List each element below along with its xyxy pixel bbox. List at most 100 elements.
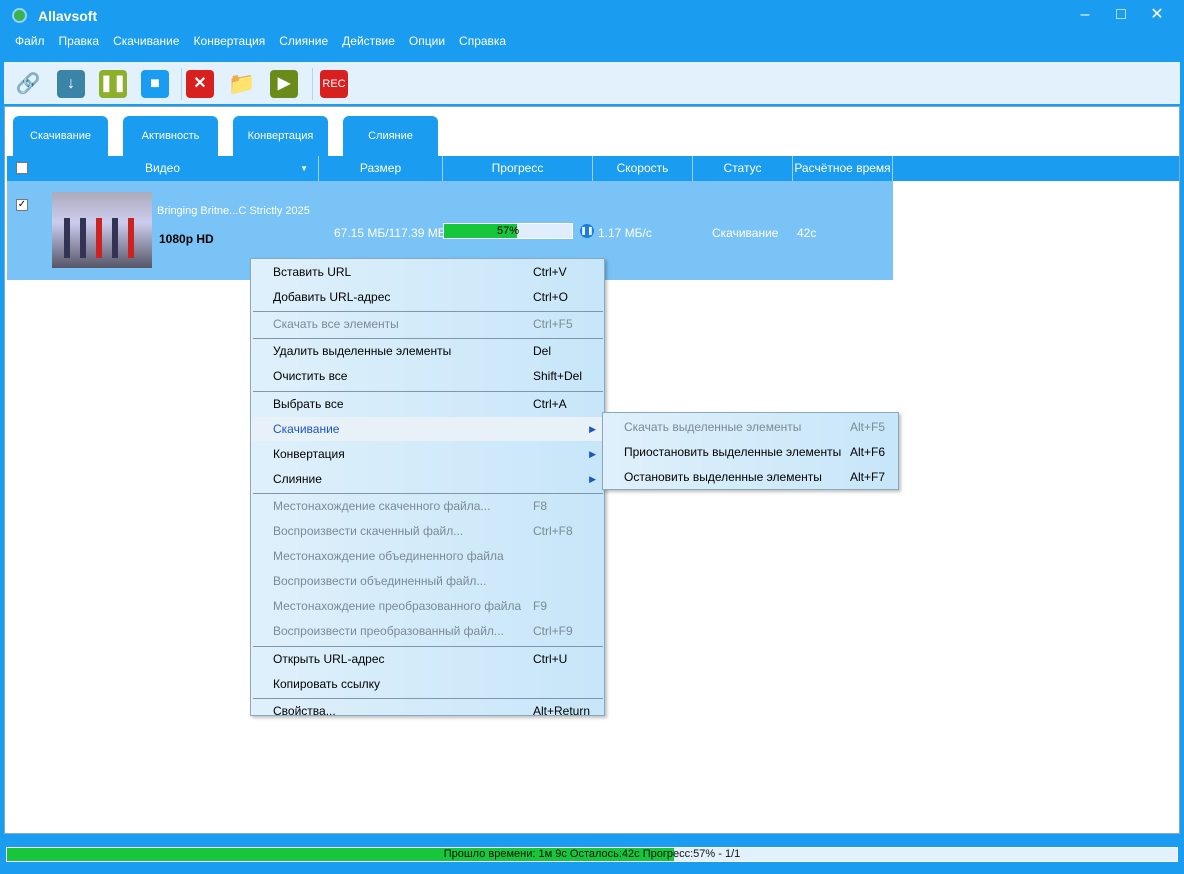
menu-item-shortcut: F8 [533,498,548,513]
context-menu-item[interactable]: Воспроизвести преобразованный файл... Ctr… [251,619,604,643]
menu-item-label: Воспроизвести преобразованный файл... [273,624,504,639]
context-menu-item[interactable]: Местонахождение преобразованного файла F9 [251,594,604,618]
menu-item-shortcut: F9 [533,599,548,614]
context-menu-item[interactable]: Выбрать все Ctrl+A [251,392,604,416]
context-menu: Вставить URL Ctrl+V Добавить URL-адрес Ctrl… [250,258,605,718]
open-folder-button[interactable]: 📁 [228,70,256,98]
menu-item-shortcut: Alt+F6 [850,445,886,459]
row-progress-bar: 57% [443,223,573,239]
menu-item-label: Вставить URL [273,265,352,279]
add-url-link-icon[interactable]: 🔗 [14,70,42,98]
stop-button[interactable]: ■ [141,70,169,98]
play-button[interactable]: ▶ [270,70,298,98]
video-size: 67.15 МБ/117.39 МБ [334,226,446,240]
menu-2[interactable]: Скачивание [106,34,186,52]
menu-4[interactable]: Слияние [272,34,335,52]
menu-item-shortcut: Ctrl+O [533,290,569,305]
context-menu-item[interactable]: Очистить все Shift+Del [251,364,604,388]
context-menu-item[interactable]: Скачать все элементы Ctrl+F5 [251,312,604,336]
menu-item-label: Остановить выделенные элементы [624,470,822,484]
col-status[interactable]: Статус [693,156,793,181]
progress-label: 57% [496,225,520,237]
col-progress[interactable]: Прогресс [443,156,593,181]
menu-1[interactable]: Правка [52,34,107,52]
menu-item-shortcut: Ctrl+A [533,396,567,411]
submenu-item[interactable]: Скачать выделенные элементы Alt+F5 [603,415,898,439]
context-menu-item[interactable]: Свойства... Alt+Return [251,699,604,723]
col-speed[interactable]: Скорость [593,156,693,181]
col-video[interactable]: Видео ▼ [7,156,319,181]
speed: 1.17 МБ/с [598,226,652,240]
menu-5[interactable]: Действие [335,34,402,52]
menu-item-label: Скачать все элементы [273,317,399,332]
menu-3[interactable]: Конвертация [187,34,273,52]
menu-item-label: Удалить выделенные элементы [273,344,452,359]
menu-item-label: Свойства... [273,703,336,718]
tab-activity[interactable]: Активность [123,116,218,156]
context-menu-item[interactable]: Воспроизвести скаченный файл... Ctrl+F8 [251,519,604,543]
menu-6[interactable]: Опции [402,34,452,52]
pause-icon[interactable]: ❚❚ [580,224,594,238]
context-menu-item[interactable]: Слияние ▶ [251,467,604,491]
submenu-arrow-icon: ▶ [589,448,596,459]
menu-item-shortcut: Alt+Return [533,703,591,718]
menu-item-shortcut: Ctrl+F8 [533,524,573,538]
menu-item-shortcut: Ctrl+V [533,265,567,279]
menu-item-shortcut: Shift+Del [533,369,583,384]
col-size[interactable]: Размер [319,156,443,181]
menu-item-label: Воспроизвести скаченный файл... [273,524,464,538]
submenu-arrow-icon: ▶ [589,423,596,434]
submenu-item[interactable]: Остановить выделенные элементы Alt+F7 [603,465,898,489]
row-checkbox[interactable]: ✓ [16,199,28,211]
menu-item-shortcut: Alt+F7 [850,470,886,484]
context-menu-item[interactable]: Конвертация ▶ [251,442,604,466]
menu-item-label: Слияние [273,471,322,486]
overall-progress-bar: Прошло времени: 1м 9с Осталось:42с Прогр… [6,847,1178,862]
menu-item-label: Скачать выделенные элементы [624,420,802,434]
context-menu-item[interactable]: Открыть URL-адрес Ctrl+U [251,647,604,671]
tab-download[interactable]: Скачивание [13,116,108,156]
menu-item-label: Скачивание [273,421,340,436]
status-text: Скачивание [712,226,779,240]
context-menu-item[interactable]: Воспроизвести объединенный файл... [251,569,604,593]
delete-button[interactable]: ✕ [186,70,214,98]
tab-convert[interactable]: Конвертация [233,116,328,156]
tab-merge[interactable]: Слияние [343,116,438,156]
menu-item-shortcut: Ctrl+F5 [533,317,573,332]
app-logo-icon [12,8,27,23]
video-thumbnail [52,192,152,268]
close-button[interactable]: ✕ [1142,4,1172,26]
menu-item-shortcut: Alt+F5 [850,420,886,434]
menu-item-label: Воспроизвести объединенный файл... [273,574,487,589]
context-menu-item[interactable]: Вставить URL Ctrl+V [251,260,604,284]
menu-item-label: Местонахождение скаченного файла... [273,498,491,513]
menu-item-label: Местонахождение преобразованного файла [273,599,522,614]
toolbar: 🔗 ↓ ❚❚ ■ ✕ 📁 ▶ REC [4,62,1180,104]
context-menu-item[interactable]: Местонахождение скаченного файла... F8 [251,494,604,518]
video-title: Bringing Britne...C Strictly 2025 [157,205,310,217]
download-button[interactable]: ↓ [57,70,85,98]
eta: 42с [797,226,817,240]
maximize-button[interactable]: □ [1106,4,1136,26]
video-quality: 1080p HD [159,232,214,246]
context-menu-item[interactable]: Добавить URL-адрес Ctrl+O [251,285,604,309]
menu-item-label: Очистить все [273,369,348,384]
minimize-button[interactable]: – [1070,4,1100,26]
menu-bar: Файл Правка Скачивание Конвертация Слияние Де… [8,34,513,52]
context-menu-item[interactable]: Копировать ссылку [251,672,604,696]
col-eta[interactable]: Расчётное время [793,156,893,181]
menu-item-label: Добавить URL-адрес [273,290,391,305]
menu-0[interactable]: Файл [8,34,52,52]
menu-item-label: Местонахождение объединенного файла [273,549,504,564]
record-button[interactable]: REC [320,70,348,98]
title-bar: Allavsoft – □ ✕ [0,0,1184,32]
menu-7[interactable]: Справка [452,34,513,52]
context-menu-item[interactable]: Скачивание ▶ [251,416,604,441]
menu-item-shortcut: Ctrl+U [533,651,568,666]
menu-item-shortcut: Ctrl+F9 [533,624,573,639]
submenu-item[interactable]: Приостановить выделенные элементы Alt+F6 [603,440,898,464]
pause-button[interactable]: ❚❚ [99,70,127,98]
context-menu-item[interactable]: Удалить выделенные элементы Del [251,339,604,363]
table-header: Видео ▼ Размер Прогресс Скорость Статус Р… [7,156,1179,181]
context-menu-item[interactable]: Местонахождение объединенного файла [251,544,604,568]
